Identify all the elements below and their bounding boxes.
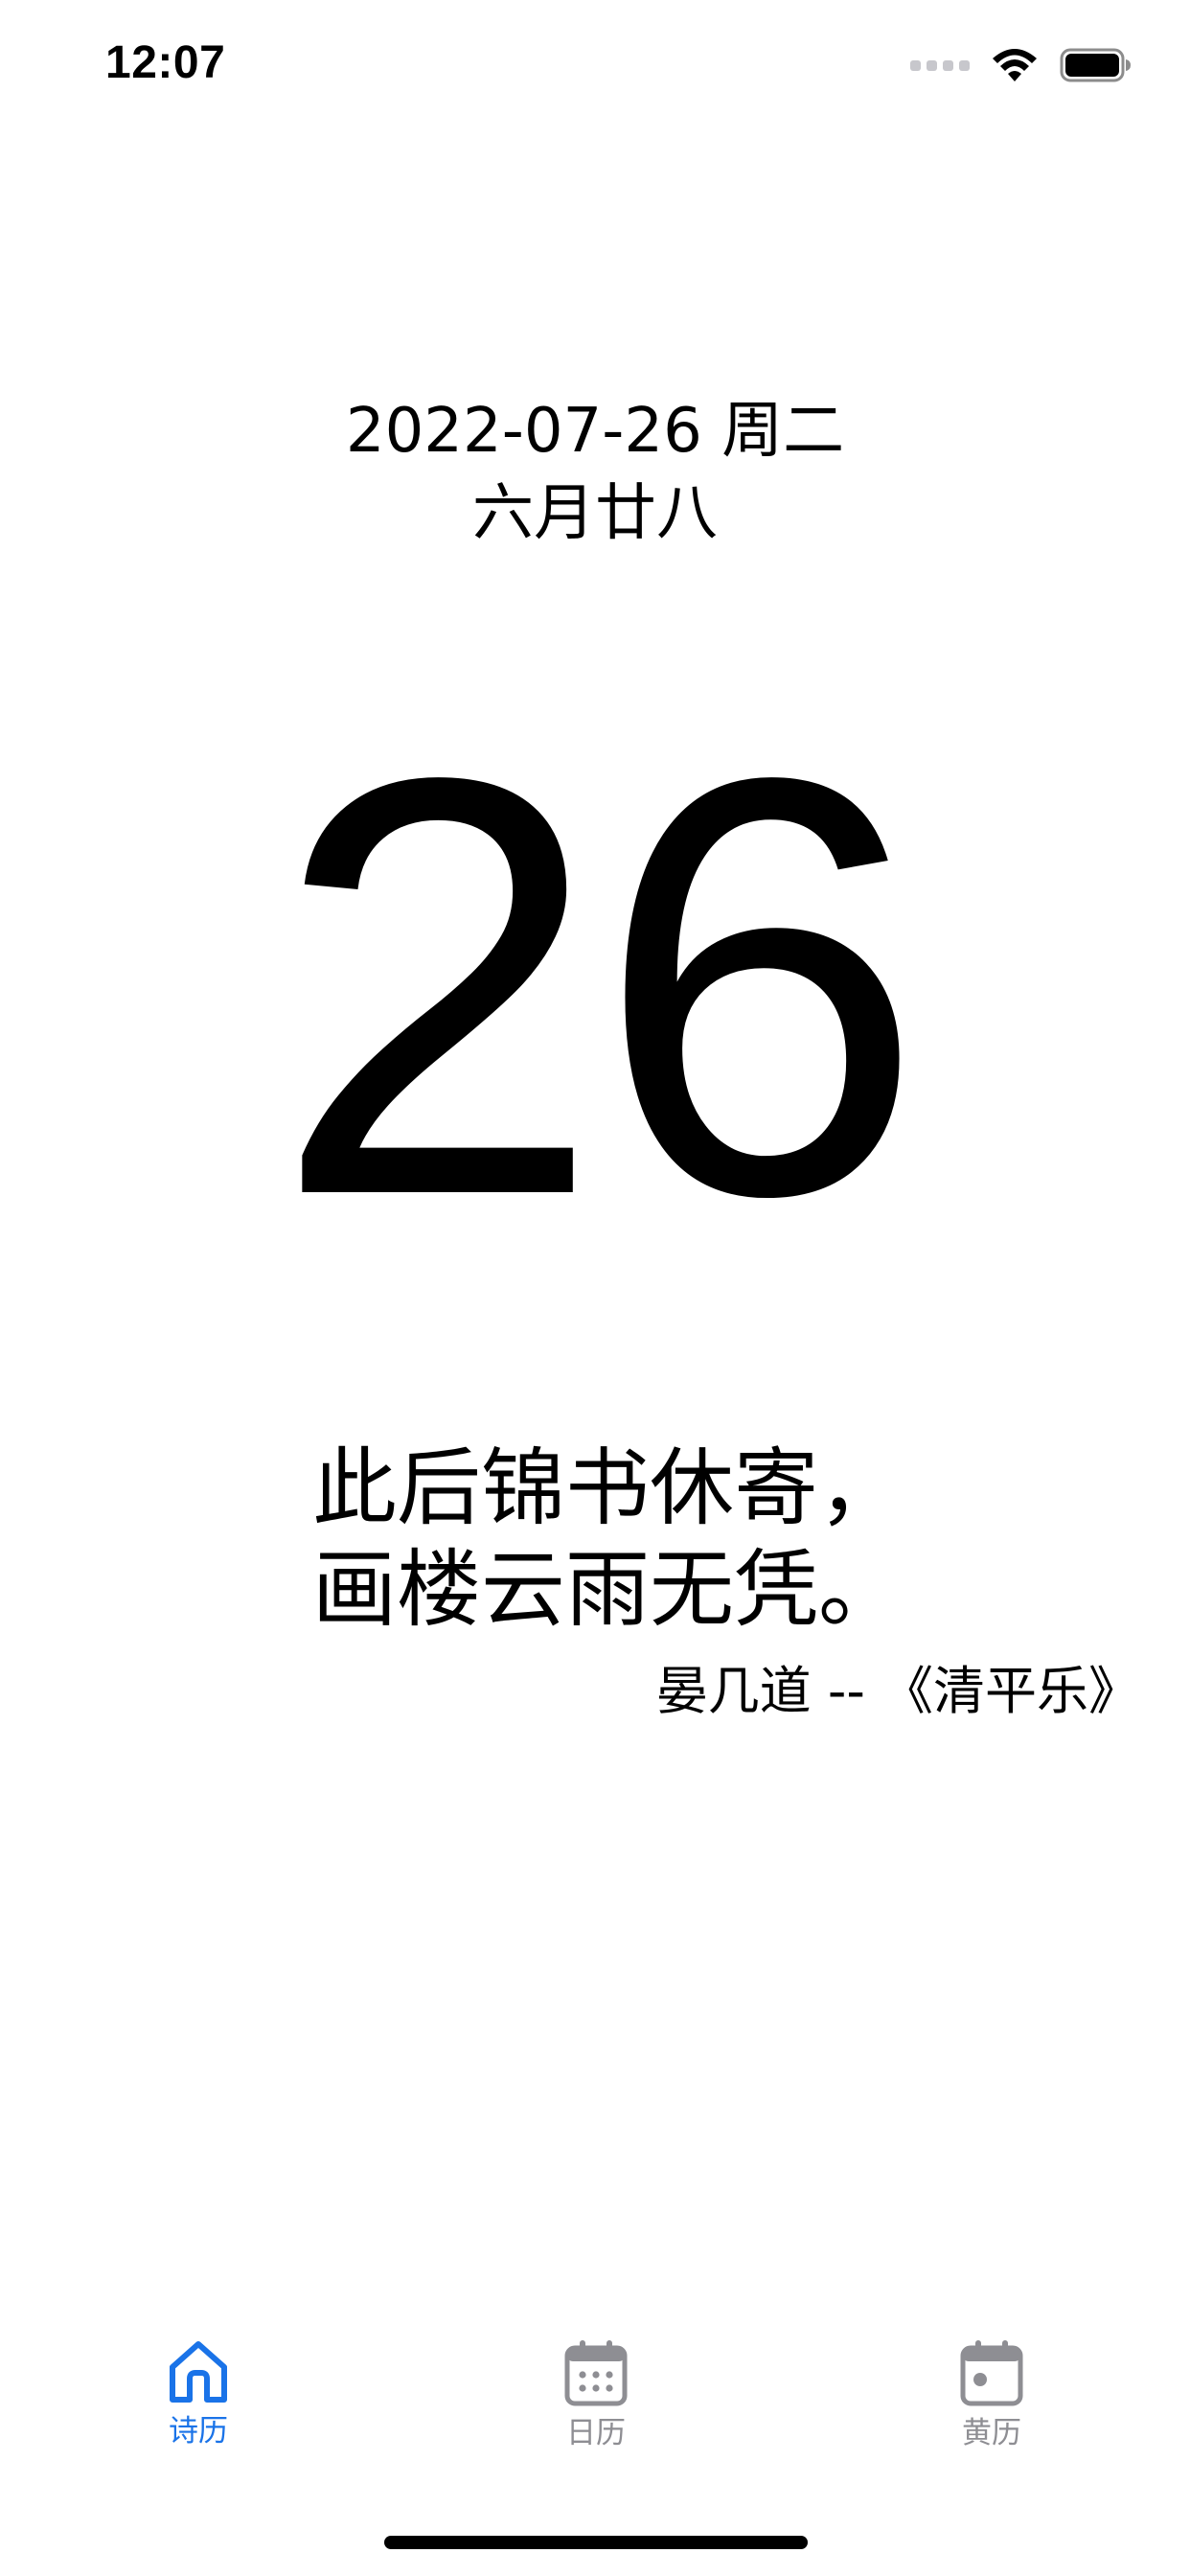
day-number: 26	[272, 656, 926, 1319]
poem-line: 此后锦书休寄，	[312, 1438, 904, 1537]
poem-attribution: 晏几道 -- 《清平乐》	[655, 1661, 1140, 1721]
battery-icon	[1060, 48, 1131, 82]
tab-label: 日历	[566, 2416, 626, 2450]
tab-label: 诗历	[169, 2414, 228, 2449]
status-time: 12:07	[105, 37, 226, 88]
wifi-icon	[993, 49, 1037, 81]
poem: 此后锦书休寄， 画楼云雨无凭。	[312, 1438, 1041, 1641]
calendar-day-icon	[960, 2340, 1023, 2406]
poem-line: 画楼云雨无凭。	[312, 1540, 904, 1639]
calendar-icon	[564, 2340, 628, 2406]
tab-almanac[interactable]: 黄历	[896, 2338, 1087, 2492]
status-bar: 12:07	[0, 0, 1190, 126]
home-icon	[170, 2341, 227, 2403]
gregorian-date: 2022-07-26 周二	[345, 396, 845, 467]
status-indicators	[910, 44, 1133, 86]
cellular-signal-icon	[910, 59, 970, 71]
lunar-date: 六月廿八	[472, 478, 718, 549]
tab-label: 黄历	[962, 2416, 1021, 2450]
tab-calendar[interactable]: 日历	[500, 2338, 692, 2492]
home-indicator[interactable]	[384, 2536, 808, 2549]
tab-bar: 诗历 日历 黄历	[0, 2338, 1190, 2492]
tab-poem-calendar[interactable]: 诗历	[103, 2338, 294, 2492]
